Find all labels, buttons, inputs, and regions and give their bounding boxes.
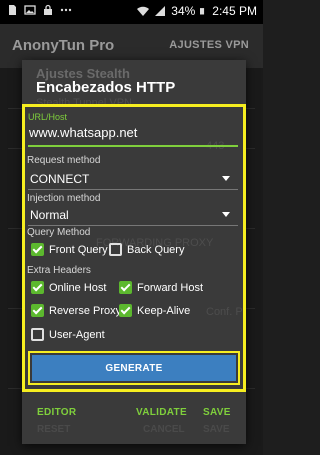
clock: 2:45 PM bbox=[212, 4, 257, 18]
extra-headers-label: Extra Headers bbox=[27, 265, 91, 276]
ghost-save: SAVE bbox=[203, 424, 230, 435]
more-icon bbox=[60, 8, 72, 12]
request-method-select[interactable]: CONNECT bbox=[28, 170, 238, 188]
chevron-down-icon bbox=[222, 176, 230, 181]
url-host-input[interactable]: www.whatsapp.net bbox=[28, 125, 238, 147]
checkbox-checked-icon bbox=[119, 304, 132, 317]
injection-method-value: Normal bbox=[30, 208, 69, 222]
front-query-label: Front Query bbox=[49, 243, 108, 256]
keep-alive-checkbox[interactable]: Keep-Alive bbox=[119, 304, 190, 317]
divider bbox=[28, 225, 238, 226]
back-query-checkbox[interactable]: Back Query bbox=[109, 243, 184, 256]
dialog-title: Encabezados HTTP bbox=[36, 79, 176, 96]
reverse-proxy-label: Reverse Proxy bbox=[49, 304, 122, 317]
image-icon bbox=[24, 5, 36, 15]
generate-button[interactable]: GENERATE bbox=[32, 355, 236, 381]
chevron-down-icon bbox=[222, 212, 230, 217]
request-method-value: CONNECT bbox=[30, 172, 90, 186]
checkbox-checked-icon bbox=[31, 243, 44, 256]
online-host-label: Online Host bbox=[49, 281, 107, 294]
injection-method-select[interactable]: Normal bbox=[28, 206, 238, 224]
checkbox-unchecked-icon bbox=[31, 328, 44, 341]
editor-button[interactable]: EDITOR bbox=[37, 407, 76, 418]
user-agent-label: User-Agent bbox=[49, 328, 105, 341]
generate-highlight: GENERATE bbox=[28, 351, 240, 385]
user-agent-checkbox[interactable]: User-Agent bbox=[31, 328, 105, 341]
battery-percent: 34% bbox=[171, 4, 196, 18]
divider bbox=[28, 189, 238, 190]
app-title: AnonyTun Pro bbox=[12, 37, 115, 54]
ghost-cancel: CANCEL bbox=[143, 424, 185, 435]
url-host-label: URL/Host bbox=[28, 112, 68, 122]
forward-host-label: Forward Host bbox=[137, 281, 204, 294]
battery-icon bbox=[200, 8, 205, 15]
keep-alive-label: Keep-Alive bbox=[137, 304, 191, 317]
checkbox-checked-icon bbox=[119, 281, 132, 294]
validate-button[interactable]: VALIDATE bbox=[136, 407, 187, 418]
checkbox-checked-icon bbox=[31, 304, 44, 317]
wifi-icon bbox=[137, 6, 150, 16]
lock-icon bbox=[44, 4, 52, 15]
request-method-label: Request method bbox=[27, 155, 101, 166]
reverse-proxy-checkbox[interactable]: Reverse Proxy bbox=[31, 304, 121, 317]
ghost-reset: RESET bbox=[37, 424, 71, 435]
vpn-settings-menu[interactable]: AJUSTES VPN bbox=[169, 39, 249, 51]
back-query-label: Back Query bbox=[127, 243, 185, 256]
forward-host-checkbox[interactable]: Forward Host bbox=[119, 281, 203, 294]
status-bar: 34% 2:45 PM bbox=[0, 0, 263, 24]
save-button[interactable]: SAVE bbox=[203, 407, 231, 418]
signal-icon bbox=[155, 6, 166, 16]
checkbox-checked-icon bbox=[31, 281, 44, 294]
sd-card-icon bbox=[9, 5, 16, 15]
checkbox-unchecked-icon bbox=[109, 243, 122, 256]
online-host-checkbox[interactable]: Online Host bbox=[31, 281, 106, 294]
query-method-label: Query Method bbox=[27, 227, 91, 238]
front-query-checkbox[interactable]: Front Query bbox=[31, 243, 108, 256]
injection-method-label: Injection method bbox=[27, 193, 101, 204]
